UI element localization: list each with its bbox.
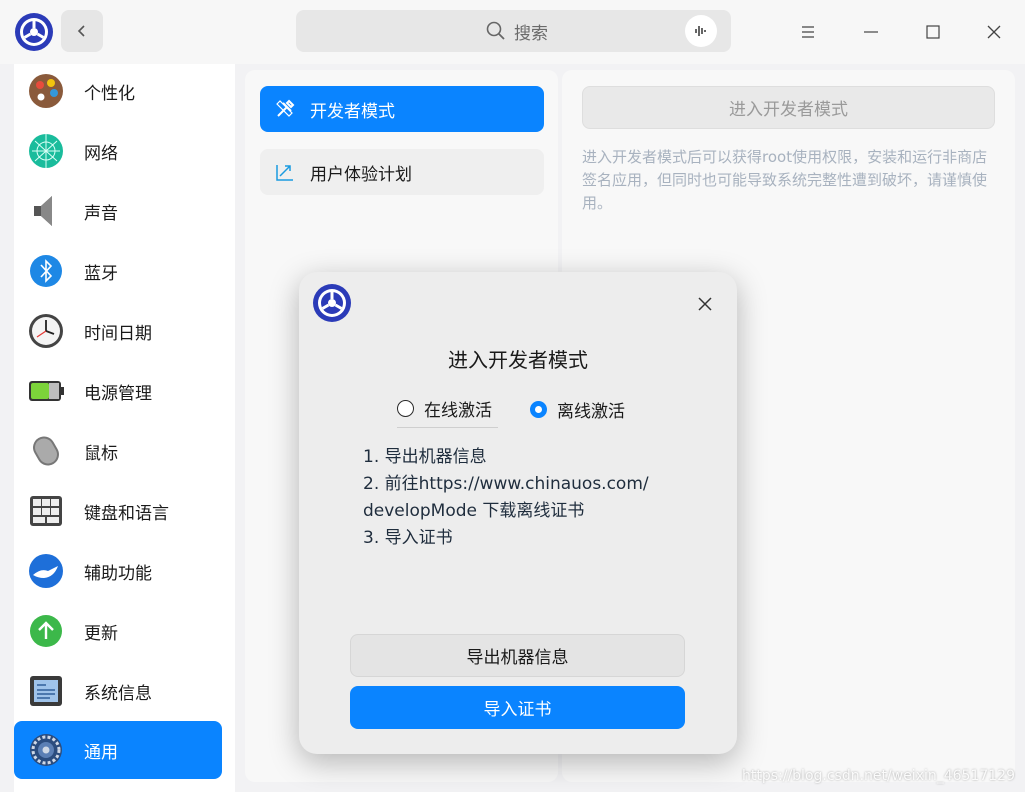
sidebar-item-label: 声音 xyxy=(84,203,118,224)
radio-checked-icon xyxy=(530,400,547,418)
search-input[interactable]: 搜索 xyxy=(296,10,731,52)
sidebar-item-label: 键盘和语言 xyxy=(84,503,169,524)
radio-unchecked-icon xyxy=(397,400,414,417)
sound-icon xyxy=(34,196,52,226)
sidebar-item-keyboard[interactable]: 键盘和语言 xyxy=(14,482,222,540)
clock-icon xyxy=(29,314,63,348)
battery-icon xyxy=(29,381,64,401)
sidebar-item-sound[interactable]: 声音 xyxy=(14,182,222,240)
sidebar-item-accessibility[interactable]: 辅助功能 xyxy=(14,542,222,600)
accessibility-icon xyxy=(29,554,63,588)
maximize-button[interactable] xyxy=(913,12,953,52)
sidebar-item-label: 蓝牙 xyxy=(84,263,118,284)
sidebar-item-general[interactable]: 通用 xyxy=(14,721,222,779)
step-3: 3. 导入证书 xyxy=(363,528,453,548)
back-button[interactable] xyxy=(61,10,103,52)
radio-offline-activation[interactable]: 离线激活 xyxy=(530,397,625,422)
step-2-line-1: 2. 前往https://www.chinauos.com/ xyxy=(363,474,649,494)
sidebar-item-datetime[interactable]: 时间日期 xyxy=(14,302,222,360)
sidebar-item-system-info[interactable]: 系统信息 xyxy=(14,662,222,720)
activation-mode-group: 在线激活 离线激活 xyxy=(397,394,625,428)
step-2-line-2: developMode 下载离线证书 xyxy=(363,501,585,521)
export-machine-info-button[interactable]: 导出机器信息 xyxy=(350,634,685,677)
sidebar: 个性化 网络 声音 蓝牙 时间日期 电源管理 鼠标 键盘和语言 辅助功能 更新 … xyxy=(14,64,235,792)
title-bar: 搜索 xyxy=(0,0,1025,64)
voice-wave-icon xyxy=(695,26,706,36)
sub-item-label: 用户体验计划 xyxy=(310,164,412,185)
sub-item-label: 开发者模式 xyxy=(310,101,395,122)
hamburger-menu-icon xyxy=(802,26,814,38)
sidebar-item-label: 网络 xyxy=(84,143,118,164)
update-icon xyxy=(30,615,62,647)
sidebar-item-label: 时间日期 xyxy=(84,323,152,344)
developer-mode-description: 进入开发者模式后可以获得root使用权限，安装和运行非商店签名应用，但同时也可能… xyxy=(582,148,988,212)
watermark: https://blog.csdn.net/weixin_46517129 xyxy=(741,768,1015,784)
general-icon xyxy=(30,734,62,766)
sidebar-item-label: 更新 xyxy=(84,623,118,644)
close-window-button[interactable] xyxy=(974,12,1014,52)
sidebar-item-update[interactable]: 更新 xyxy=(14,602,222,660)
settings-app-logo-icon xyxy=(313,284,351,322)
personalization-icon xyxy=(29,74,63,108)
bluetooth-icon xyxy=(30,255,62,287)
system-info-icon xyxy=(30,676,62,706)
sub-item-user-experience[interactable]: 用户体验计划 xyxy=(260,149,544,195)
sidebar-item-power[interactable]: 电源管理 xyxy=(14,362,222,420)
radio-label: 在线激活 xyxy=(424,401,492,421)
chevron-left-icon xyxy=(77,25,85,37)
import-certificate-button[interactable]: 导入证书 xyxy=(350,686,685,729)
sidebar-item-label: 电源管理 xyxy=(84,383,152,404)
close-icon xyxy=(698,297,712,311)
enter-developer-mode-button[interactable]: 进入开发者模式 xyxy=(582,86,995,129)
maximize-icon xyxy=(926,25,940,39)
sidebar-item-network[interactable]: 网络 xyxy=(14,122,222,180)
sidebar-item-mouse[interactable]: 鼠标 xyxy=(14,422,222,480)
sidebar-item-label: 通用 xyxy=(84,742,118,763)
search-icon xyxy=(486,21,505,40)
sub-item-developer-mode[interactable]: 开发者模式 xyxy=(260,86,544,132)
radio-online-activation[interactable]: 在线激活 xyxy=(397,390,498,428)
mouse-icon xyxy=(33,436,59,466)
sidebar-item-bluetooth[interactable]: 蓝牙 xyxy=(14,242,222,300)
dialog-close-button[interactable] xyxy=(693,292,717,316)
step-1: 1. 导出机器信息 xyxy=(363,447,487,467)
developer-mode-dialog: 进入开发者模式 在线激活 离线激活 1. 导出机器信息 2. 前往https:/… xyxy=(299,272,737,754)
instruction-steps: 1. 导出机器信息 2. 前往https://www.chinauos.com/… xyxy=(363,444,693,552)
minimize-button[interactable] xyxy=(851,12,891,52)
radio-label: 离线激活 xyxy=(557,401,625,422)
search-placeholder: 搜索 xyxy=(514,23,548,44)
sidebar-item-label: 辅助功能 xyxy=(84,563,152,584)
keyboard-icon xyxy=(30,496,62,526)
dialog-title: 进入开发者模式 xyxy=(448,348,588,372)
sidebar-item-personalization[interactable]: 个性化 xyxy=(14,62,222,120)
minimize-icon xyxy=(864,31,878,33)
menu-button[interactable] xyxy=(788,12,828,52)
sidebar-item-label: 系统信息 xyxy=(84,683,152,704)
sidebar-item-label: 鼠标 xyxy=(84,443,118,464)
settings-app-logo-icon xyxy=(15,13,53,51)
trend-icon xyxy=(276,165,293,181)
voice-search-button[interactable] xyxy=(685,15,717,47)
close-icon xyxy=(987,25,1001,39)
network-icon xyxy=(29,134,63,168)
sidebar-item-label: 个性化 xyxy=(84,83,135,104)
tools-icon xyxy=(276,99,295,117)
